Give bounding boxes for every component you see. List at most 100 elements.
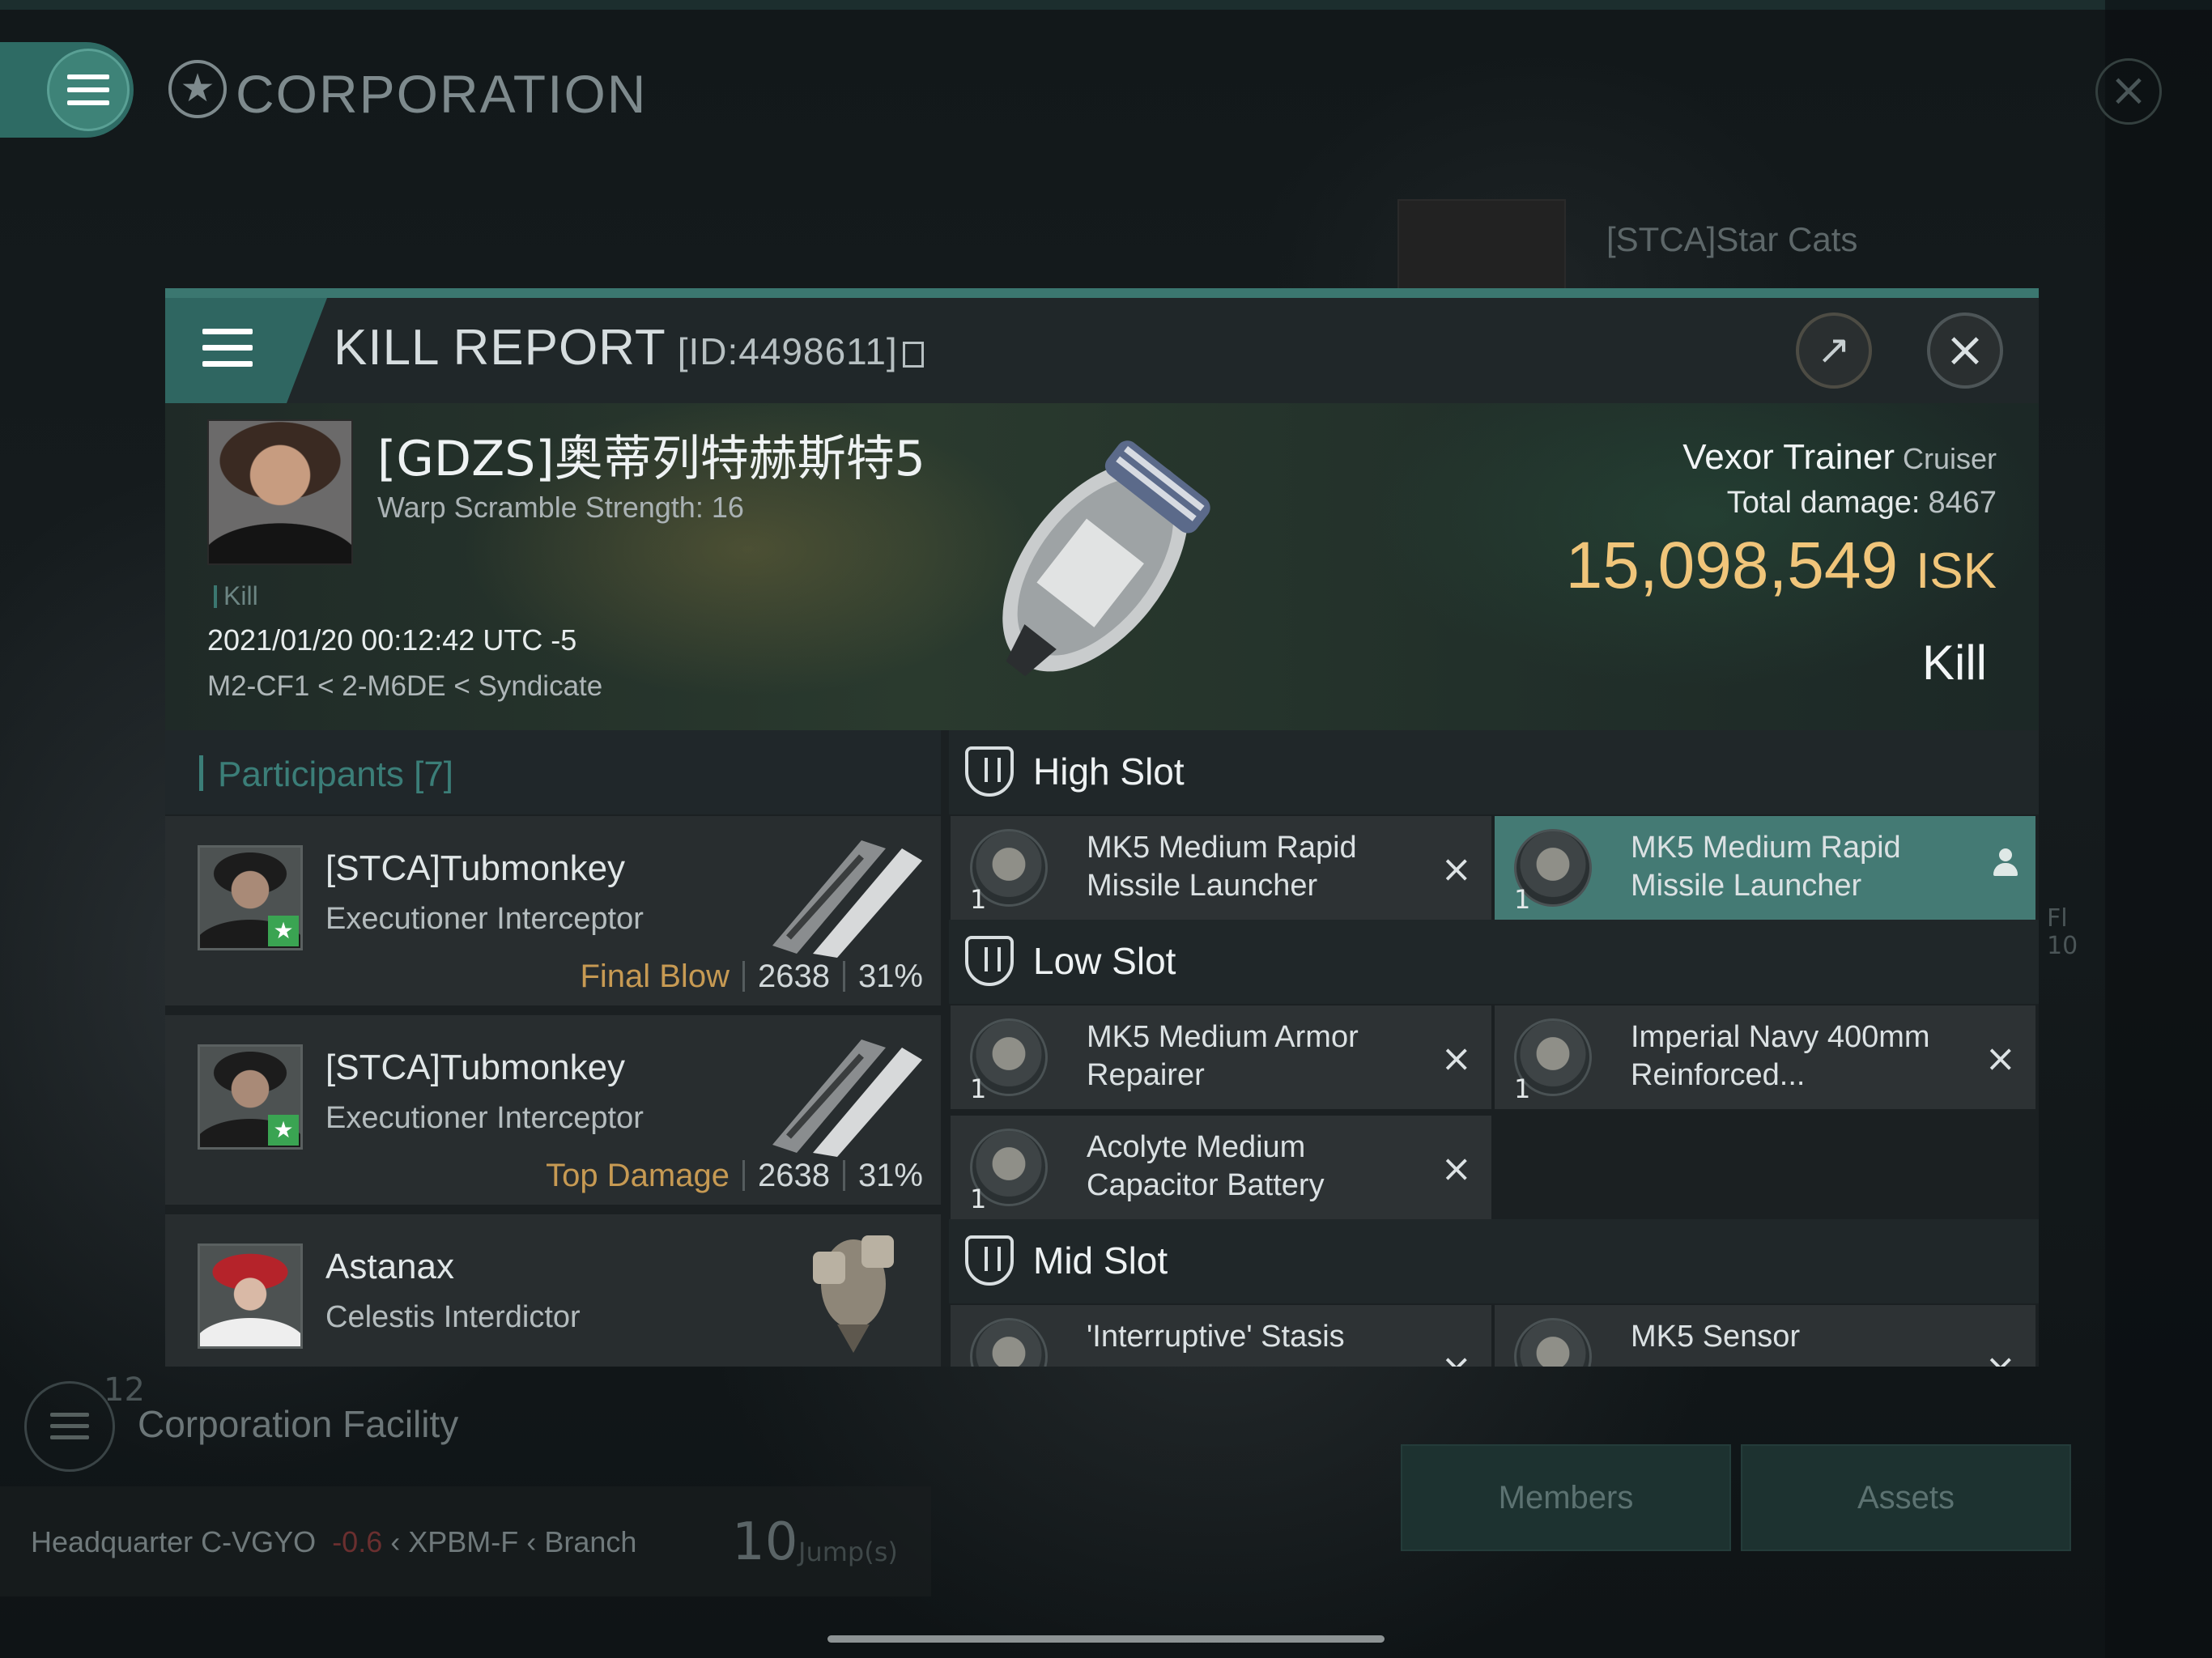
tab-assets[interactable]: Assets [1741,1444,2071,1551]
modal-close-button[interactable]: × [1927,312,2003,389]
corp-close-button[interactable]: × [2095,58,2162,125]
participant-name: Astanax [325,1247,454,1286]
hq-security: -0.6 [332,1525,383,1558]
copy-icon[interactable] [902,342,924,368]
module-name: 'Interruptive' Stasis [1087,1320,1345,1354]
module-item[interactable]: 1 MK5 Medium Rapid Missile Launcher [1495,816,2035,920]
module-qty: 1 [1514,1073,1531,1104]
slot-shield-icon [965,746,1014,797]
hq-region: XPBM-F [408,1525,519,1558]
separator [842,961,845,992]
mid-slot-label: Mid Slot [1033,1239,1168,1282]
participant-row[interactable]: Astanax Celestis Interdictor [165,1214,941,1367]
kill-location[interactable]: M2-CF1 < 2-M6DE < Syndicate [207,670,602,703]
ship-image [1002,440,1210,677]
kill-tag: Kill [214,581,258,611]
headquarter-info: Headquarter C-VGYO -0.6 ‹ XPBM-F ‹ Branc… [31,1525,636,1559]
destroyed-x-icon: × [1440,1146,1472,1190]
module-item[interactable]: 1 MK5 Medium Armor Repairer × [951,1005,1491,1109]
avatar: ★ [198,1044,303,1150]
side-text-1: Fl [2047,904,2068,933]
share-button[interactable]: ↗ [1796,312,1872,389]
total-damage: Total damage: 8467 [1727,486,1997,521]
hq-system: C-VGYO [201,1525,317,1558]
header-bar-icon [199,755,203,791]
person-icon [1993,848,2018,878]
destroyed-x-icon: × [1440,1036,1472,1080]
hq-branch: Branch [544,1525,637,1558]
module-name: Imperial Navy 400mm Reinforced... [1631,1020,1930,1092]
module-name: Acolyte Medium Capacitor Battery [1087,1130,1325,1202]
facility-menu-button[interactable] [24,1381,115,1472]
destroyed-x-icon: × [1440,847,1472,891]
victim-name[interactable]: [GDZS]奥蒂列特赫斯特5 [377,419,925,490]
participant-ship-image [772,840,922,958]
top-status-strip [0,0,2212,10]
ship-name-text: Vexor Trainer [1682,437,1895,477]
low-slot-header: Low Slot [949,920,2039,1004]
victim-subtitle: Warp Scramble Strength: 16 [377,491,744,524]
module-name: MK5 Medium Rapid Missile Launcher [1631,831,1901,903]
tag-bar-icon [214,585,217,608]
modal-menu-icon-wrap [202,345,253,351]
participant-row[interactable]: ★ [STCA]Tubmonkey Executioner Intercepto… [165,816,941,1010]
kill-outcome: Kill [1921,636,1987,690]
avatar: ★ [198,845,303,950]
destroyed-x-icon: × [1984,1346,2016,1367]
total-damage-label: Total damage: [1726,486,1921,520]
module-name: MK5 Medium Armor Repairer [1087,1020,1359,1092]
modal-title: KILL REPORT [ID:4498611] [334,319,924,376]
side-fragment-text: Fl 10 [2047,905,2078,960]
participants-title-text: Participants [7] [218,755,454,794]
participant-ship: Executioner Interceptor [325,1101,644,1135]
module-item[interactable]: 1 Imperial Navy 400mm Reinforced... × [1495,1005,2035,1109]
high-slot-label: High Slot [1033,750,1185,793]
isk-amount: 15,098,549 [1565,529,1899,602]
module-qty: 1 [970,1073,987,1104]
module-qty: 1 [970,884,987,915]
destroyed-x-icon: × [1440,1346,1472,1367]
star-icon: ★ [268,916,299,946]
module-name: MK5 Medium Rapid Missile Launcher [1087,831,1357,903]
participant-ship-image [813,1235,894,1353]
module-qty: 1 [1514,884,1531,915]
hq-label: Headquarter [31,1525,194,1558]
main-menu-button[interactable] [47,49,130,131]
kill-report-modal: KILL REPORT [ID:4498611] ↗ × [GDZS]奥蒂列特赫斯… [165,288,2039,1367]
ship-name[interactable]: Vexor Trainer Cruiser [1682,437,1997,478]
participant-row[interactable]: ★ [STCA]Tubmonkey Executioner Intercepto… [165,1015,941,1209]
victim-portrait[interactable] [207,419,353,565]
corp-name: [STCA]Star Cats [1606,220,1858,258]
module-item[interactable]: 'Interruptive' Stasis × [951,1305,1491,1367]
kill-tag-text: Kill [223,581,258,610]
hamburger-icon [67,87,109,92]
participants-title: Participants [7] [199,755,453,795]
star-icon: ★ [268,1115,299,1146]
tab-members[interactable]: Members [1401,1444,1731,1551]
mid-slot-header: Mid Slot [949,1219,2039,1303]
final-blow-tag: Final Blow [580,959,730,994]
home-indicator[interactable] [827,1635,1385,1643]
participant-name: [STCA]Tubmonkey [325,1048,626,1087]
modal-top-accent [165,288,2039,298]
ship-class: Cruiser [1902,442,1997,475]
total-damage-value: 8467 [1928,486,1997,520]
hamburger-icon [202,345,253,351]
module-item[interactable]: 1 MK5 Medium Rapid Missile Launcher × [951,816,1491,920]
participant-ship: Celestis Interdictor [325,1300,581,1334]
low-slot-label: Low Slot [1033,940,1176,982]
participant-stats: Final Blow 2638 31% [580,959,923,995]
corp-title-text: CORPORATION [236,64,648,124]
module-item[interactable]: 1 Acolyte Medium Capacitor Battery × [951,1116,1491,1219]
side-text-2: 10 [2047,932,2078,960]
module-item[interactable]: MK5 Sensor × [1495,1305,2035,1367]
damage-percent: 31% [857,959,923,994]
hamburger-icon [50,1424,89,1428]
participant-ship-image [772,1039,922,1157]
jumps-value: 10 [732,1512,798,1572]
module-name: MK5 Sensor [1631,1320,1801,1354]
sensor-booster-icon [1514,1318,1592,1367]
module-qty: 1 [970,1184,987,1214]
modal-title-text: KILL REPORT [334,320,666,376]
avatar [198,1244,303,1349]
